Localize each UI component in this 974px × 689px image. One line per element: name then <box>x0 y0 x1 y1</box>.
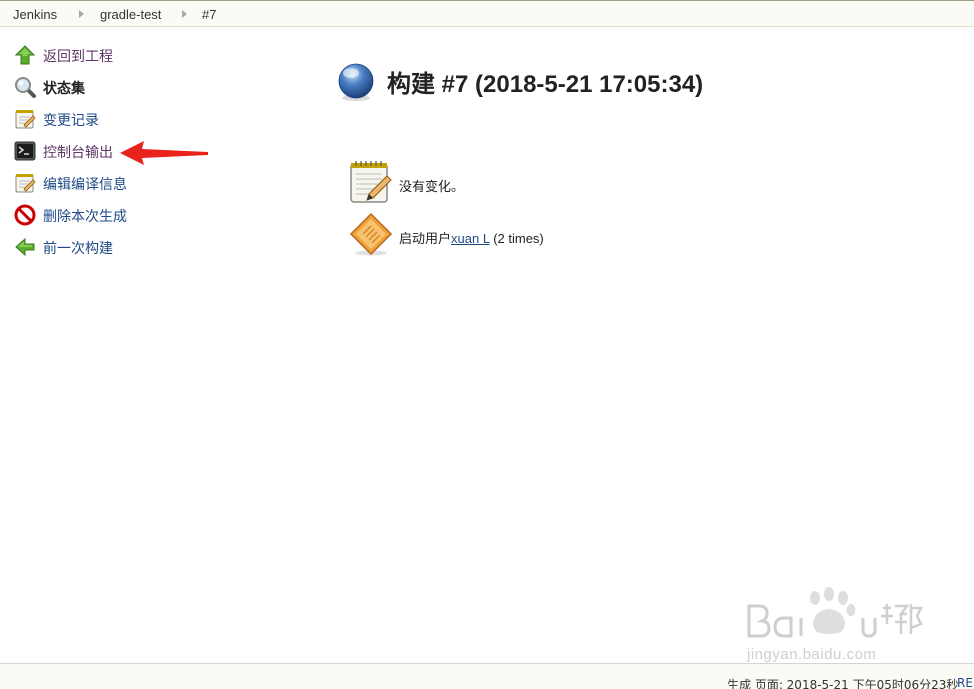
breadcrumb-bar: Jenkins gradle-test #7 <box>0 0 974 27</box>
no-entry-icon <box>14 204 36 226</box>
breadcrumb-separator-icon <box>182 10 187 18</box>
sidebar-item-label[interactable]: 控制台输出 <box>43 142 113 162</box>
notepad-edit-icon <box>15 174 36 193</box>
footer-generated-text: 生成 页面: 2018-5-21 下午05时06分23秒 <box>727 678 959 689</box>
cause-prefix: 启动用户 <box>399 231 452 246</box>
blue-ball-icon <box>338 63 374 101</box>
sidebar-item-label[interactable]: 返回到工程 <box>43 46 113 66</box>
user-cause-icon <box>349 212 393 256</box>
breadcrumb-job[interactable]: gradle-test <box>100 7 161 22</box>
footer-bar: 生成 页面: 2018-5-21 下午05时06分23秒 RE <box>0 663 974 689</box>
sidebar-item-label[interactable]: 变更记录 <box>43 110 99 130</box>
notepad-icon <box>350 161 392 203</box>
footer-rest-api-link[interactable]: RE <box>957 676 973 689</box>
magnifier-icon <box>15 77 36 98</box>
sidebar-item-label[interactable]: 编辑编译信息 <box>43 174 127 194</box>
arrow-left-icon <box>15 237 35 257</box>
notepad-icon <box>15 110 36 129</box>
terminal-icon <box>14 141 36 161</box>
cause-text: 启动用户xuan L (2 times) <box>399 228 544 247</box>
breadcrumb-separator-icon <box>79 10 84 18</box>
breadcrumb-jenkins[interactable]: Jenkins <box>13 7 57 22</box>
user-link[interactable]: xuan L <box>451 231 490 246</box>
cause-suffix: (2 times) <box>489 231 544 246</box>
watermark-text: jingyan.baidu.com <box>747 646 877 663</box>
breadcrumb-build[interactable]: #7 <box>202 7 216 22</box>
changes-text: 没有变化。 <box>399 179 465 194</box>
arrow-up-icon <box>14 45 36 65</box>
sidebar-item-label[interactable]: 删除本次生成 <box>43 206 127 226</box>
sidebar-item-label[interactable]: 前一次构建 <box>43 238 113 258</box>
annotation-arrow-icon <box>120 141 208 165</box>
sidebar-item-label[interactable]: 状态集 <box>43 78 85 98</box>
page-title: 构建 #7 (2018-5-21 17:05:34) <box>387 71 704 98</box>
